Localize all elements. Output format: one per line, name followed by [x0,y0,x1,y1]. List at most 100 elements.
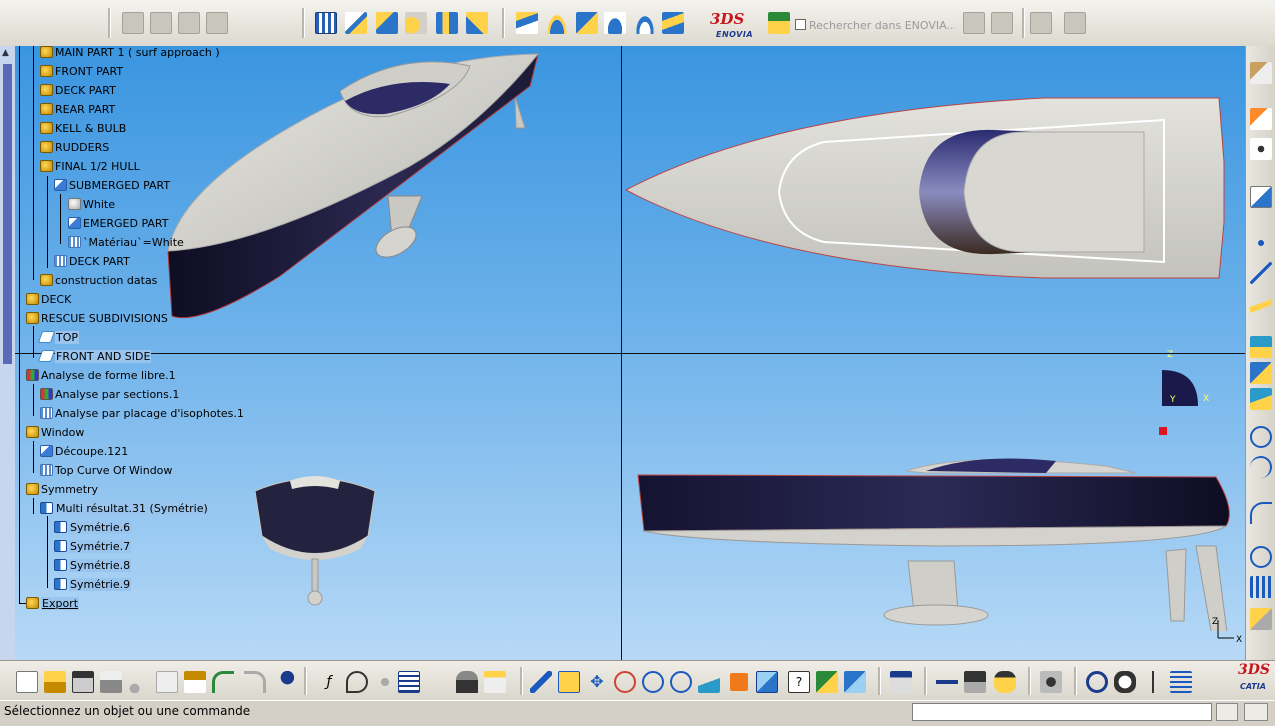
normal-view-icon[interactable] [698,671,720,693]
camera-icon[interactable] [1040,671,1062,693]
command-options-button[interactable] [1244,703,1268,721]
save-icon[interactable] [72,671,94,693]
tree-node[interactable]: Symétrie.9 [54,576,132,593]
compass-cube[interactable] [1162,370,1198,406]
disabled-tool-icon[interactable] [178,12,200,34]
shading-icon[interactable] [816,671,838,693]
catalog-icon[interactable] [484,671,506,693]
offset-icon[interactable] [436,12,458,34]
tree-node[interactable]: RESCUE SUBDIVISIONS [26,310,168,327]
enovia-search-icon[interactable] [768,12,790,34]
snap-icon[interactable] [1250,138,1272,160]
sketch-tracker-icon[interactable] [1086,671,1108,693]
disabled-tool-icon[interactable] [1064,12,1086,34]
tree-node[interactable]: `Matériau`=White [68,234,184,251]
pattern-icon[interactable] [1250,576,1272,598]
surface-tool-icon[interactable] [1250,336,1272,358]
offset-tool-icon[interactable] [1250,388,1272,410]
disabled-tool-icon[interactable] [122,12,144,34]
tree-node[interactable]: FINAL 1/2 HULL [40,158,140,175]
hull-top-view[interactable] [624,92,1234,282]
tree-node[interactable]: FRONT PART [40,63,123,80]
tree-node[interactable]: DECK [26,291,71,308]
disabled-tool-icon[interactable] [963,12,985,34]
tree-node[interactable]: DECK PART [40,82,116,99]
measure-inertia-icon[interactable] [964,671,986,693]
arc-icon[interactable] [1250,456,1272,478]
new-file-icon[interactable] [16,671,38,693]
fit-all-icon[interactable] [558,671,580,693]
revolve-icon[interactable] [405,12,427,34]
hide-show-icon[interactable]: ? [788,671,810,693]
paste-icon[interactable] [184,671,206,693]
fly-mode-icon[interactable] [530,671,552,693]
line-icon[interactable] [1250,262,1272,284]
tree-node[interactable]: Export [26,595,80,612]
tree-node[interactable]: White [68,196,115,213]
curve-creation-icon[interactable] [345,12,367,34]
disabled-tool-icon[interactable] [991,12,1013,34]
tree-node[interactable]: Découpe.121 [40,443,128,460]
tree-expand-icon[interactable] [1170,671,1192,693]
command-history-button[interactable] [1216,703,1238,721]
disabled-tool-icon[interactable] [206,12,228,34]
swap-visible-icon[interactable] [844,671,866,693]
tree-node[interactable]: Symétrie.7 [54,538,132,555]
healing-icon[interactable] [634,12,656,34]
disabled-tool-icon[interactable] [150,12,172,34]
extrude-surface-icon[interactable] [376,12,398,34]
zoom-in-icon[interactable] [642,671,664,693]
open-folder-icon[interactable] [44,671,66,693]
pan-icon[interactable]: ✥ [586,671,608,693]
tree-node[interactable]: Symmetry [26,481,98,498]
tree-node[interactable]: Analyse de forme libre.1 [26,367,176,384]
tree-node[interactable]: MAIN PART 1 ( surf approach ) [40,46,220,61]
tree-node[interactable]: Window [26,424,84,441]
join-icon[interactable] [604,12,626,34]
surface-grid-icon[interactable] [315,12,337,34]
scroll-up-arrow-icon[interactable]: ▲ [2,48,9,58]
measure-icon[interactable] [936,671,958,693]
disabled-tool-icon[interactable] [1030,12,1052,34]
zoom-out-icon[interactable] [670,671,692,693]
tree-scrollbar[interactable]: ▲ [0,46,15,660]
tree-node[interactable]: Symétrie.8 [54,557,132,574]
apply-material-icon[interactable] [994,671,1016,693]
manipulate-hand-icon[interactable] [1114,671,1136,693]
iso-view-icon[interactable] [756,671,778,693]
tree-node[interactable]: Multi résultat.31 (Symétrie) [40,500,209,517]
powercopy-icon[interactable] [1250,608,1272,630]
circle-icon[interactable] [1250,426,1272,448]
tree-node[interactable]: DECK PART [54,253,130,270]
specification-tree[interactable]: MAIN PART 1 ( surf approach ) FRONT PART… [16,46,276,616]
formula-icon[interactable]: ƒ [318,671,340,693]
multi-view-icon[interactable] [730,673,748,691]
lock-icon[interactable] [456,671,478,693]
comment-icon[interactable] [346,671,368,693]
tree-node[interactable]: KELL & BULB [40,120,126,137]
compass-tool-icon[interactable] [1142,671,1164,693]
spline-icon[interactable] [1250,502,1272,524]
sketch-icon[interactable] [1250,186,1272,208]
extrude-tool-icon[interactable] [1250,362,1272,384]
split-trim-icon[interactable] [662,12,684,34]
multi-section-icon[interactable] [576,12,598,34]
point-icon[interactable] [1250,232,1272,254]
search-checkbox[interactable] [795,19,806,30]
sweep-icon[interactable] [516,12,538,34]
select-arrow-icon[interactable] [1250,108,1272,130]
3d-viewport[interactable]: Z Y X Z X ▲ MAIN PART 1 ( surf approach … [0,46,1245,660]
tree-node[interactable]: TOP [37,329,80,346]
enovia-search-input[interactable]: Rechercher dans ENOVIA... [795,18,955,34]
knowledge-icon[interactable] [374,671,396,693]
print-icon[interactable] [100,671,122,693]
tree-node[interactable]: construction datas [40,272,157,289]
tree-node[interactable]: SUBMERGED PART [54,177,170,194]
update-icon[interactable] [890,671,912,693]
plane-icon[interactable] [1250,292,1272,314]
tree-node[interactable]: Top Curve Of Window [40,462,172,479]
tree-node[interactable]: Analyse par placage d'isophotes.1 [40,405,244,422]
tree-node[interactable]: Analyse par sections.1 [40,386,179,403]
tree-node[interactable]: EMERGED PART [68,215,169,232]
help-icon[interactable] [272,671,294,693]
